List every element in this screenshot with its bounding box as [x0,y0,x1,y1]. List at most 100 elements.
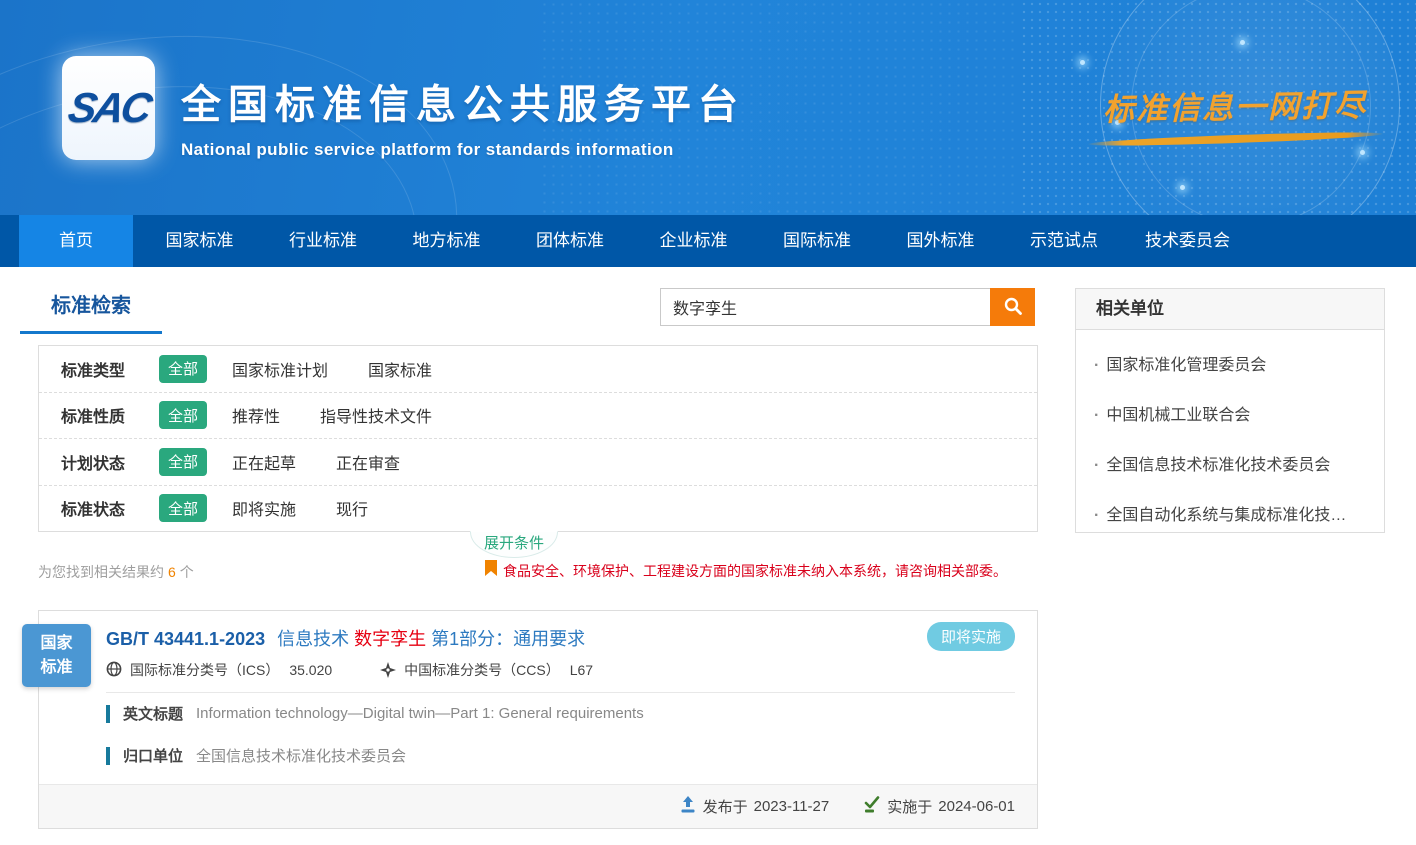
filter-panel: 标准类型 全部 国家标准计划 国家标准 标准性质 全部 推荐性 指导性技术文件 … [38,345,1038,532]
glow-dot [1180,185,1185,190]
ics-label: 国际标准分类号（ICS） [130,660,279,680]
filter-option[interactable]: 国家标准 [368,357,432,381]
filter-option[interactable]: 指导性技术文件 [320,403,432,427]
bookmark-icon [485,560,497,581]
filter-option[interactable]: 推荐性 [232,403,280,427]
published-label: 发布于 [703,796,748,817]
filter-option[interactable]: 现行 [336,496,368,520]
implemented-value: 2024-06-01 [938,798,1015,815]
card-divider [106,692,1015,693]
filter-all-button[interactable]: 全部 [159,401,207,429]
nav-tab-foreign-standards[interactable]: 国外标准 [884,215,998,267]
nav-tab-local-standards[interactable]: 地方标准 [390,215,504,267]
nav-tab-industry-standards[interactable]: 行业标准 [266,215,380,267]
filter-all-button[interactable]: 全部 [159,355,207,383]
filter-option[interactable]: 即将实施 [232,496,296,520]
notice-text: 食品安全、环境保护、工程建设方面的国家标准未纳入本系统，请咨询相关部委。 [503,561,1007,581]
bullet: · [1094,357,1099,374]
national-standard-badge: 国家 标准 [22,624,91,687]
filter-option[interactable]: 正在起草 [232,450,296,474]
result-count-suffix: 个 [180,564,194,580]
sidebar-item-sac[interactable]: · 国家标准化管理委员会 [1076,338,1384,388]
standard-code: GB/T 43441.1-2023 [106,629,265,649]
site-header: SAC 全国标准信息公共服务平台 National public service… [0,0,1416,215]
system-notice: 食品安全、环境保护、工程建设方面的国家标准未纳入本系统，请咨询相关部委。 [485,560,1007,581]
site-subtitle: National public service platform for sta… [181,140,745,160]
nav-tab-group-standards[interactable]: 团体标准 [513,215,627,267]
implemented-label: 实施于 [887,796,932,817]
standard-title-link[interactable]: GB/T 43441.1-2023 信息技术 数字孪生 第1部分：通用要求 [106,625,585,651]
check-icon [863,796,887,817]
compass-icon [380,662,404,678]
badge-line1: 国家 [22,632,91,656]
filter-row-standard-nature: 标准性质 全部 推荐性 指导性技术文件 [39,393,1037,440]
detail-bar [106,747,110,765]
nav-tab-national-standards[interactable]: 国家标准 [143,215,257,267]
title-block: 全国标准信息公共服务平台 National public service pla… [181,72,745,160]
search-icon [1003,296,1023,319]
nav-tab-pilot[interactable]: 示范试点 [1007,215,1121,267]
implemented-date: 实施于 2024-06-01 [863,796,1015,817]
ccs-value: L67 [570,662,593,678]
bullet: · [1094,457,1099,474]
filter-all-button[interactable]: 全部 [159,494,207,522]
main-nav: 首页 国家标准 行业标准 地方标准 团体标准 企业标准 国际标准 国外标准 示范… [0,215,1416,267]
detail-value: 全国信息技术标准化技术委员会 [196,745,406,766]
detail-bar [106,705,110,723]
sidebar-item-label: 全国信息技术标准化技术委员会 [1106,457,1330,474]
nav-tab-home[interactable]: 首页 [19,215,133,267]
filter-all-button[interactable]: 全部 [159,448,207,476]
standard-title-highlight: 数字孪生 [354,629,426,649]
standard-title-part1: 信息技术 [277,629,349,649]
filter-label: 计划状态 [61,450,146,474]
standard-title-part2: 第1部分：通用要求 [431,629,585,649]
related-units-panel: 相关单位 · 国家标准化管理委员会 · 中国机械工业联合会 · 全国信息技术标准化技术… [1075,288,1385,533]
filter-label: 标准类型 [61,357,146,381]
detail-label: 归口单位 [123,745,183,766]
nav-tab-technical-committee[interactable]: 技术委员会 [1131,215,1245,267]
committee-row: 归口单位 全国信息技术标准化技术委员会 [106,745,406,766]
expand-conditions-button[interactable]: 展开条件 [470,531,558,558]
search-input[interactable] [660,288,990,326]
slogan-text: 标准信息一网打尽 [1085,79,1386,129]
slogan: 标准信息一网打尽 [1085,82,1385,143]
card-meta-row: 国际标准分类号（ICS） 35.020 中国标准分类号（CCS） L67 [106,660,593,680]
bullet: · [1094,507,1099,524]
badge-line2: 标准 [22,656,91,680]
card-footer: 发布于 2023-11-27 实施于 2024-06-01 [39,784,1037,828]
globe-icon [106,661,130,680]
standard-result-card: 国家 标准 GB/T 43441.1-2023信息技术 数字孪生 第1部分：通用… [38,610,1038,829]
sidebar-item-label: 中国机械工业联合会 [1106,407,1250,424]
filter-option[interactable]: 国家标准计划 [232,357,328,381]
detail-value: Information technology—Digital twin—Part… [196,705,644,722]
nav-tab-enterprise-standards[interactable]: 企业标准 [637,215,751,267]
filter-row-standard-status: 标准状态 全部 即将实施 现行 [39,486,1037,532]
result-count-prefix: 为您找到相关结果约 [38,564,164,580]
status-badge: 即将实施 [927,622,1015,651]
sidebar-item-label: 全国自动化系统与集成标准化技… [1106,507,1346,524]
sidebar-item-label: 国家标准化管理委员会 [1106,357,1266,374]
sac-logo[interactable]: SAC [62,56,155,160]
result-count: 为您找到相关结果约6个 [38,562,194,582]
upload-icon [680,796,703,817]
tab-standard-search[interactable]: 标准检索 [20,289,162,334]
filter-label: 标准状态 [61,496,146,520]
sidebar-item-it-standardization-committee[interactable]: · 全国信息技术标准化技术委员会 [1076,438,1384,488]
related-units-title: 相关单位 [1076,289,1384,330]
english-title-row: 英文标题 Information technology—Digital twin… [106,703,644,724]
glow-dot [1080,60,1085,65]
sidebar-item-machinery-federation[interactable]: · 中国机械工业联合会 [1076,388,1384,438]
published-value: 2023-11-27 [754,798,830,815]
bullet: · [1094,407,1099,424]
ics-value: 35.020 [289,662,332,678]
sac-logo-text: SAC [64,84,152,132]
glow-dot [1360,150,1365,155]
filter-option[interactable]: 正在审查 [336,450,400,474]
filter-label: 标准性质 [61,403,146,427]
nav-tab-international-standards[interactable]: 国际标准 [760,215,874,267]
result-count-number: 6 [164,564,180,580]
filter-row-standard-type: 标准类型 全部 国家标准计划 国家标准 [39,346,1037,393]
search-button[interactable] [990,288,1035,326]
published-date: 发布于 2023-11-27 [680,796,830,817]
sidebar-item-automation-committee[interactable]: · 全国自动化系统与集成标准化技… [1076,488,1384,538]
